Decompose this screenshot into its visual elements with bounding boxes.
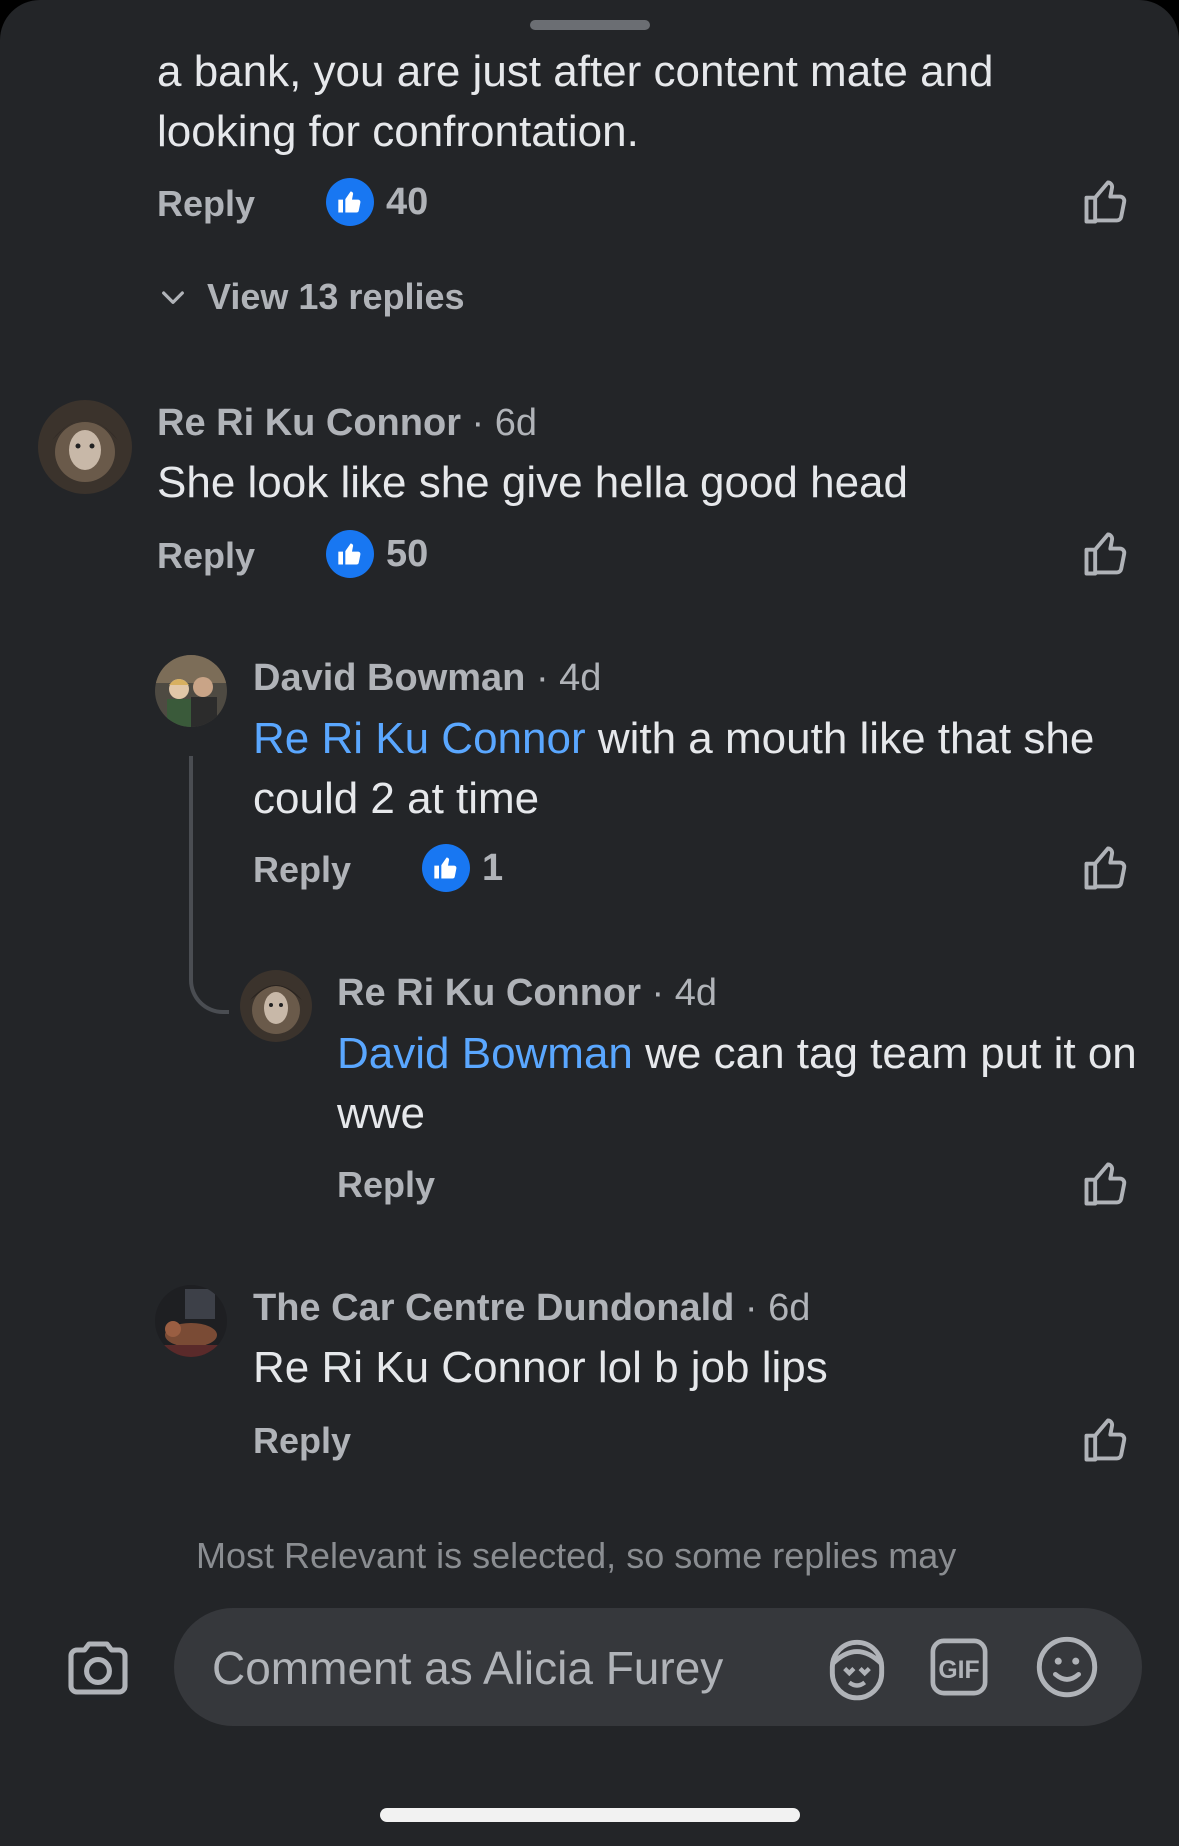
thumbs-up-icon[interactable] bbox=[1080, 176, 1132, 228]
comment-text: a bank, you are just after content mate … bbox=[157, 47, 994, 156]
like-count: 40 bbox=[326, 178, 428, 226]
comment-composer[interactable]: GIF bbox=[174, 1608, 1142, 1726]
reply-button[interactable]: Reply bbox=[337, 1163, 435, 1207]
author-name[interactable]: Re Ri Ku Connor bbox=[157, 402, 461, 444]
view-replies-label: View 13 replies bbox=[207, 276, 465, 317]
avatar[interactable] bbox=[240, 970, 312, 1042]
sort-notice: Most Relevant is selected, so some repli… bbox=[196, 1535, 957, 1576]
like-count-value: 1 bbox=[482, 847, 504, 889]
comment-time: · 4d bbox=[525, 657, 602, 699]
notice-container: Most Relevant is selected, so some repli… bbox=[0, 1530, 1179, 1586]
comment-input[interactable] bbox=[210, 1632, 814, 1704]
like-badge-icon bbox=[422, 844, 470, 892]
comment-author[interactable]: David Bowman · 4d bbox=[253, 655, 601, 701]
reply-button[interactable]: Reply bbox=[157, 534, 255, 578]
like-badge-icon bbox=[326, 178, 374, 226]
comment-author[interactable]: Re Ri Ku Connor · 4d bbox=[337, 970, 717, 1016]
author-name[interactable]: David Bowman bbox=[253, 657, 525, 699]
home-indicator[interactable] bbox=[380, 1808, 800, 1822]
comment-author[interactable]: The Car Centre Dundonald · 6d bbox=[253, 1285, 810, 1331]
avatar[interactable] bbox=[38, 400, 132, 494]
comment-time: · 6d bbox=[460, 402, 538, 444]
comments-sheet: a bank, you are just after content mate … bbox=[0, 0, 1179, 1846]
thumbs-up-icon[interactable] bbox=[1080, 528, 1132, 580]
like-count-value: 50 bbox=[386, 533, 429, 575]
gif-icon[interactable]: GIF bbox=[926, 1634, 992, 1700]
avatar[interactable] bbox=[155, 655, 227, 727]
comment-text: Re Ri Ku Connor with a mouth like that s… bbox=[253, 709, 1133, 829]
comment-time: · 6d bbox=[734, 1287, 811, 1329]
emoji-icon[interactable] bbox=[1032, 1632, 1102, 1702]
comment-text: She look like she give hella good head bbox=[157, 458, 908, 507]
thumbs-up-icon[interactable] bbox=[1080, 1414, 1132, 1466]
comment-author[interactable]: Re Ri Ku Connor · 6d bbox=[157, 400, 537, 446]
comment-time: · 4d bbox=[640, 972, 718, 1014]
chevron-down-icon bbox=[162, 291, 184, 304]
reply-button[interactable]: Reply bbox=[253, 848, 351, 892]
like-count-value: 40 bbox=[386, 181, 429, 223]
mention-link[interactable]: David Bowman bbox=[337, 1029, 633, 1078]
avatar[interactable] bbox=[155, 1285, 227, 1357]
like-badge-icon bbox=[326, 530, 374, 578]
view-replies-link[interactable]: View 13 replies bbox=[157, 276, 465, 318]
drag-handle[interactable] bbox=[530, 20, 650, 30]
svg-text:GIF: GIF bbox=[938, 1657, 979, 1684]
like-count: 50 bbox=[326, 530, 428, 578]
comment-text: Re Ri Ku Connor lol b job lips bbox=[253, 1343, 828, 1392]
thumbs-up-icon[interactable] bbox=[1080, 842, 1132, 894]
reply-button[interactable]: Reply bbox=[157, 182, 255, 226]
author-name[interactable]: The Car Centre Dundonald bbox=[253, 1287, 734, 1329]
reply-button[interactable]: Reply bbox=[253, 1419, 351, 1463]
mention-link[interactable]: Re Ri Ku Connor bbox=[253, 714, 586, 763]
thumbs-up-icon[interactable] bbox=[1080, 1158, 1132, 1210]
like-count: 1 bbox=[422, 844, 503, 892]
camera-icon[interactable] bbox=[62, 1632, 134, 1704]
comment-text: David Bowman we can tag team put it on w… bbox=[337, 1024, 1137, 1144]
author-name[interactable]: Re Ri Ku Connor bbox=[337, 972, 641, 1014]
avatar-sticker-icon[interactable] bbox=[820, 1630, 894, 1704]
thread-line bbox=[189, 756, 229, 1014]
